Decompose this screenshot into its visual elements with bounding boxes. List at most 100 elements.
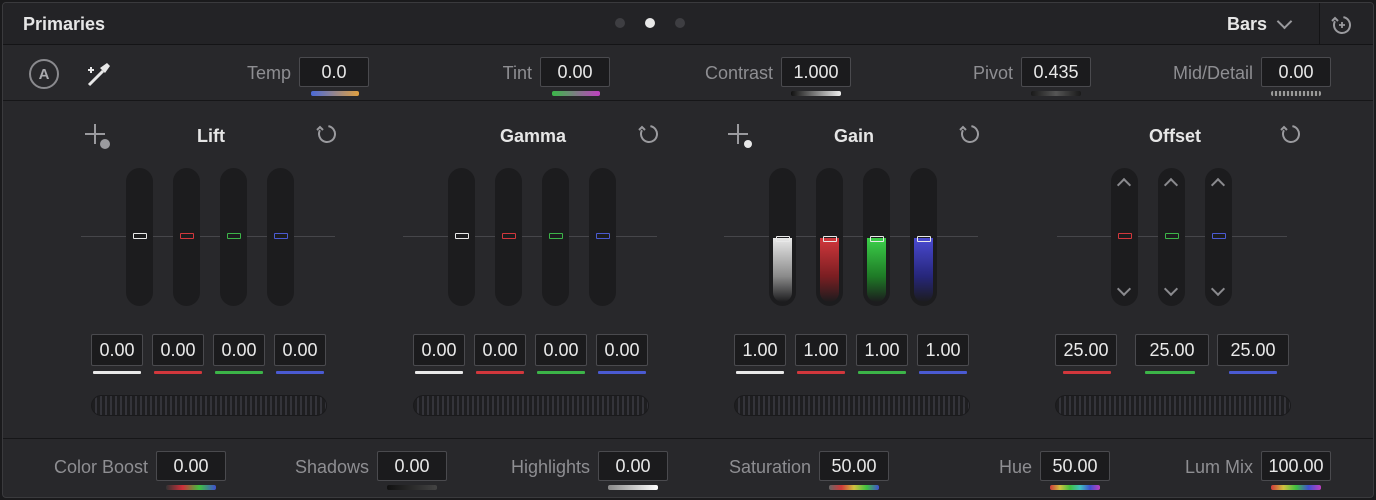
mode-dropdown[interactable]: Bars bbox=[1227, 13, 1293, 35]
gamma-handle-green[interactable] bbox=[549, 233, 563, 239]
lum-mix-label: Lum Mix bbox=[1184, 457, 1253, 477]
gamma-bar-green[interactable] bbox=[542, 168, 569, 306]
page-dot-3[interactable] bbox=[675, 18, 685, 28]
shadows-label: Shadows bbox=[294, 457, 369, 477]
offset-reset-icon[interactable] bbox=[1279, 122, 1303, 146]
mid-detail-label: Mid/Detail bbox=[1172, 63, 1253, 83]
lift-handle-master[interactable] bbox=[133, 233, 147, 239]
lift-line-red bbox=[154, 371, 202, 374]
lift-bars: Lift 0.00 0.00 0.00 0.00 bbox=[81, 102, 341, 438]
auto-balance-label: A bbox=[38, 65, 50, 83]
hue-field[interactable]: 50.00 bbox=[1040, 451, 1110, 481]
lift-value-master[interactable]: 0.00 bbox=[91, 334, 143, 366]
lift-bar-master[interactable] bbox=[126, 168, 153, 306]
temp-label: Temp bbox=[246, 63, 291, 83]
mid-detail-field[interactable]: 0.00 bbox=[1261, 57, 1331, 87]
gain-bar-master[interactable] bbox=[769, 168, 796, 306]
gamma-bar-red[interactable] bbox=[495, 168, 522, 306]
pivot-strip bbox=[1031, 91, 1081, 96]
gain-value-master[interactable]: 1.00 bbox=[734, 334, 786, 366]
gain-handle-red[interactable] bbox=[823, 236, 837, 242]
offset-bar-red[interactable] bbox=[1111, 168, 1138, 306]
saturation-field[interactable]: 50.00 bbox=[819, 451, 889, 481]
contrast-field[interactable]: 1.000 bbox=[781, 57, 851, 87]
auto-balance-button[interactable]: A bbox=[29, 59, 59, 89]
offset-value-red[interactable]: 25.00 bbox=[1055, 334, 1117, 366]
chevron-up-icon[interactable] bbox=[1163, 177, 1179, 193]
offset-handle-blue[interactable] bbox=[1212, 233, 1226, 239]
gain-value-blue[interactable]: 1.00 bbox=[917, 334, 969, 366]
gamma-handle-master[interactable] bbox=[455, 233, 469, 239]
gain-reset-icon[interactable] bbox=[958, 122, 982, 146]
gain-handle-blue[interactable] bbox=[917, 236, 931, 242]
gain-bar-blue[interactable] bbox=[910, 168, 937, 306]
lift-bar-green[interactable] bbox=[220, 168, 247, 306]
tint-field[interactable]: 0.00 bbox=[540, 57, 610, 87]
gamma-reset-icon[interactable] bbox=[637, 122, 661, 146]
gain-bar-green[interactable] bbox=[863, 168, 890, 306]
chevron-down-icon[interactable] bbox=[1210, 281, 1226, 297]
panel-title: Primaries bbox=[23, 14, 106, 34]
gamma-handle-blue[interactable] bbox=[596, 233, 610, 239]
lift-title: Lift bbox=[197, 126, 225, 146]
highlights-field[interactable]: 0.00 bbox=[598, 451, 668, 481]
chevron-up-icon[interactable] bbox=[1116, 177, 1132, 193]
chevron-down-icon[interactable] bbox=[1163, 281, 1179, 297]
offset-bar-green[interactable] bbox=[1158, 168, 1185, 306]
highlights-strip bbox=[608, 485, 658, 490]
shadows-strip bbox=[387, 485, 437, 490]
lum-mix-field[interactable]: 100.00 bbox=[1261, 451, 1331, 481]
contrast-label: Contrast bbox=[704, 63, 773, 83]
gain-value-red[interactable]: 1.00 bbox=[795, 334, 847, 366]
mode-label: Bars bbox=[1227, 14, 1268, 34]
saturation-label: Saturation bbox=[728, 457, 811, 477]
chevron-down-icon bbox=[1276, 13, 1293, 30]
page-dot-2[interactable] bbox=[645, 18, 655, 28]
page-dot-1[interactable] bbox=[615, 18, 625, 28]
white-balance-picker-icon[interactable] bbox=[83, 59, 113, 89]
gamma-value-master[interactable]: 0.00 bbox=[413, 334, 465, 366]
lift-reset-icon[interactable] bbox=[315, 122, 339, 146]
gain-jog-wheel[interactable] bbox=[734, 395, 970, 416]
reset-all-icon[interactable] bbox=[1329, 12, 1355, 38]
gain-fill-green bbox=[867, 238, 886, 302]
color-boost-field[interactable]: 0.00 bbox=[156, 451, 226, 481]
lift-bar-red[interactable] bbox=[173, 168, 200, 306]
lift-jog-wheel[interactable] bbox=[91, 395, 327, 416]
gain-bar-red[interactable] bbox=[816, 168, 843, 306]
gain-title: Gain bbox=[833, 126, 874, 146]
temp-field[interactable]: 0.0 bbox=[299, 57, 369, 87]
gain-handle-green[interactable] bbox=[870, 236, 884, 242]
gain-handle-master[interactable] bbox=[776, 236, 790, 242]
lift-line-green bbox=[215, 371, 263, 374]
gamma-value-blue[interactable]: 0.00 bbox=[596, 334, 648, 366]
shadows-field[interactable]: 0.00 bbox=[377, 451, 447, 481]
gamma-handle-red[interactable] bbox=[502, 233, 516, 239]
offset-handle-red[interactable] bbox=[1118, 233, 1132, 239]
offset-bars: Offset 25.00 25.00 25.00 bbox=[1045, 102, 1305, 438]
offset-jog-wheel[interactable] bbox=[1055, 395, 1291, 416]
lift-bar-blue[interactable] bbox=[267, 168, 294, 306]
chevron-up-icon[interactable] bbox=[1210, 177, 1226, 193]
lift-value-blue[interactable]: 0.00 bbox=[274, 334, 326, 366]
pivot-field[interactable]: 0.435 bbox=[1021, 57, 1091, 87]
lift-value-red[interactable]: 0.00 bbox=[152, 334, 204, 366]
lift-handle-blue[interactable] bbox=[274, 233, 288, 239]
page-dots bbox=[615, 18, 685, 28]
offset-value-blue[interactable]: 25.00 bbox=[1217, 334, 1289, 366]
chevron-down-icon[interactable] bbox=[1116, 281, 1132, 297]
gamma-value-red[interactable]: 0.00 bbox=[474, 334, 526, 366]
lift-handle-red[interactable] bbox=[180, 233, 194, 239]
gain-value-green[interactable]: 1.00 bbox=[856, 334, 908, 366]
lift-value-green[interactable]: 0.00 bbox=[213, 334, 265, 366]
gamma-bar-blue[interactable] bbox=[589, 168, 616, 306]
offset-handle-green[interactable] bbox=[1165, 233, 1179, 239]
saturation-strip bbox=[829, 485, 879, 490]
offset-value-green[interactable]: 25.00 bbox=[1135, 334, 1209, 366]
gamma-jog-wheel[interactable] bbox=[413, 395, 649, 416]
gamma-bar-master[interactable] bbox=[448, 168, 475, 306]
offset-bar-blue[interactable] bbox=[1205, 168, 1232, 306]
gamma-value-green[interactable]: 0.00 bbox=[535, 334, 587, 366]
color-boost-label: Color Boost bbox=[53, 457, 148, 477]
lift-handle-green[interactable] bbox=[227, 233, 241, 239]
